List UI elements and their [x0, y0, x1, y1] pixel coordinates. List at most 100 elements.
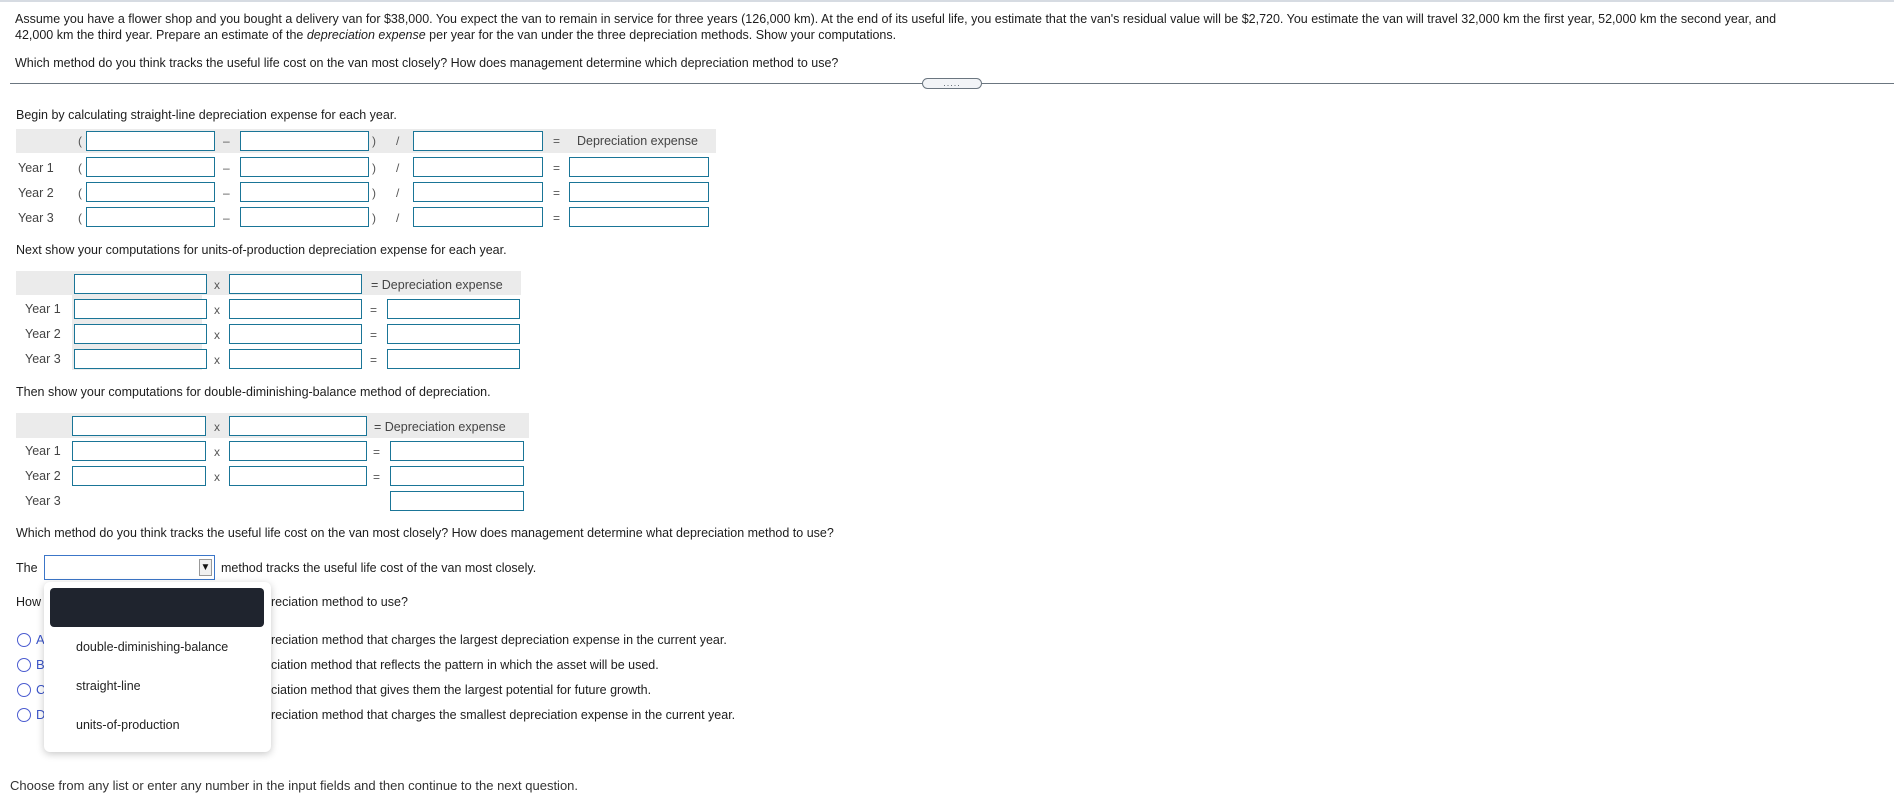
straight-line-title: Begin by calculating straight-line depre…: [16, 108, 397, 122]
dropdown-option-double-diminishing-balance[interactable]: double-diminishing-balance: [76, 640, 228, 654]
row-label: Year 1: [25, 444, 61, 458]
divide-sign: /: [396, 211, 400, 225]
ddb-y1-expense-input[interactable]: [390, 441, 524, 461]
radio-button[interactable]: [17, 633, 31, 647]
close-paren: ): [372, 186, 376, 200]
uop-header-units-input[interactable]: [229, 274, 362, 294]
uop-y3-expense-input[interactable]: [387, 349, 520, 369]
method-dropdown-list: double-diminishing-balance straight-line…: [44, 582, 271, 752]
intro-emphasis: depreciation expense: [306, 28, 426, 42]
dropdown-option-straight-line[interactable]: straight-line: [76, 679, 141, 693]
option-text: reciation method that charges the smalle…: [271, 708, 736, 722]
equals-sign: =: [373, 470, 381, 484]
row-label: Year 3: [25, 494, 61, 508]
sl-y1-residual-input[interactable]: [240, 157, 369, 177]
equals-sign: =: [553, 211, 561, 225]
uop-y2-expense-input[interactable]: [387, 324, 520, 344]
sl-y3-life-input[interactable]: [413, 207, 543, 227]
ddb-result-header: = Depreciation expense: [374, 420, 506, 434]
sentence-suffix: method tracks the useful life cost of th…: [221, 561, 537, 575]
sl-y1-life-input[interactable]: [413, 157, 543, 177]
sl-header-life-input[interactable]: [413, 131, 543, 151]
sl-y3-residual-input[interactable]: [240, 207, 369, 227]
times-sign: x: [214, 278, 220, 292]
times-sign: x: [214, 470, 220, 484]
uop-y2-units-input[interactable]: [229, 324, 362, 344]
uop-header-rate-input[interactable]: [74, 274, 207, 294]
minus-sign: –: [223, 161, 230, 175]
ddb-y1-bookvalue-input[interactable]: [229, 441, 367, 461]
radio-button[interactable]: [17, 708, 31, 722]
sl-y1-expense-input[interactable]: [569, 157, 709, 177]
uop-y1-rate-input[interactable]: [74, 299, 207, 319]
times-sign: x: [214, 328, 220, 342]
top-border: [0, 0, 1894, 2]
intro-text: 42,000 km the third year. Prepare an est…: [15, 28, 307, 42]
sl-y2-residual-input[interactable]: [240, 182, 369, 202]
equals-sign: =: [553, 161, 561, 175]
open-paren: (: [78, 134, 82, 148]
how-suffix: reciation method to use?: [271, 595, 408, 609]
radio-button[interactable]: [17, 658, 31, 672]
row-label: Year 1: [25, 302, 61, 316]
ddb-y2-expense-input[interactable]: [390, 466, 524, 486]
radio-button[interactable]: [17, 683, 31, 697]
problem-statement: Assume you have a flower shop and you bo…: [15, 11, 1875, 43]
ddb-header-bookvalue-input[interactable]: [229, 416, 367, 436]
uop-y2-rate-input[interactable]: [74, 324, 207, 344]
ddb-y1-rate-input[interactable]: [72, 441, 206, 461]
sl-y2-expense-input[interactable]: [569, 182, 709, 202]
open-paren: (: [78, 186, 82, 200]
close-paren: ): [372, 134, 376, 148]
ddb-y2-bookvalue-input[interactable]: [229, 466, 367, 486]
divide-sign: /: [396, 186, 400, 200]
expand-handle[interactable]: .....: [922, 78, 982, 89]
equals-sign: =: [370, 353, 378, 367]
equals-sign: =: [373, 445, 381, 459]
ddb-y3-expense-input[interactable]: [390, 491, 524, 511]
uop-result-header: = Depreciation expense: [371, 278, 503, 292]
intro-line-1: Assume you have a flower shop and you bo…: [15, 12, 1777, 26]
sl-y3-cost-input[interactable]: [86, 207, 215, 227]
ddb-y2-rate-input[interactable]: [72, 466, 206, 486]
sentence-prefix: The: [16, 561, 38, 575]
ddb-header-rate-input[interactable]: [72, 416, 206, 436]
intro-line-2: 42,000 km the third year. Prepare an est…: [15, 27, 1875, 43]
sl-header-residual-input[interactable]: [240, 131, 369, 151]
uop-y3-units-input[interactable]: [229, 349, 362, 369]
option-text: reciation method that charges the larges…: [271, 633, 727, 647]
option-text: ciation method that reflects the pattern…: [271, 658, 659, 672]
times-sign: x: [214, 353, 220, 367]
row-label: Year 2: [18, 186, 54, 200]
minus-sign: –: [223, 186, 230, 200]
uop-y1-units-input[interactable]: [229, 299, 362, 319]
row-label: Year 3: [18, 211, 54, 225]
option-text: ciation method that gives them the large…: [271, 683, 652, 697]
times-sign: x: [214, 303, 220, 317]
how-prefix: How: [16, 595, 42, 609]
row-label: Year 1: [18, 161, 54, 175]
sl-header-cost-input[interactable]: [86, 131, 215, 151]
sl-y2-cost-input[interactable]: [86, 182, 215, 202]
intro-text: per year for the van under the three dep…: [425, 28, 897, 42]
sl-y2-life-input[interactable]: [413, 182, 543, 202]
uop-y3-rate-input[interactable]: [74, 349, 207, 369]
sl-y3-expense-input[interactable]: [569, 207, 709, 227]
dropdown-option-blank-highlighted[interactable]: [50, 588, 264, 627]
times-sign: x: [214, 420, 220, 434]
units-of-production-title: Next show your computations for units-of…: [16, 243, 507, 257]
close-paren: ): [372, 211, 376, 225]
sl-result-header: Depreciation expense: [577, 134, 698, 148]
equals-sign: =: [553, 186, 561, 200]
row-label: Year 2: [25, 469, 61, 483]
row-label: Year 3: [25, 352, 61, 366]
intro-question: Which method do you think tracks the use…: [15, 56, 839, 70]
sl-y1-cost-input[interactable]: [86, 157, 215, 177]
minus-sign: –: [223, 134, 230, 148]
uop-y1-expense-input[interactable]: [387, 299, 520, 319]
dropdown-option-units-of-production[interactable]: units-of-production: [76, 718, 180, 732]
method-select[interactable]: ▼: [44, 555, 215, 580]
minus-sign: –: [223, 211, 230, 225]
equals-sign: =: [370, 303, 378, 317]
dropdown-arrow-icon[interactable]: ▼: [199, 559, 212, 576]
